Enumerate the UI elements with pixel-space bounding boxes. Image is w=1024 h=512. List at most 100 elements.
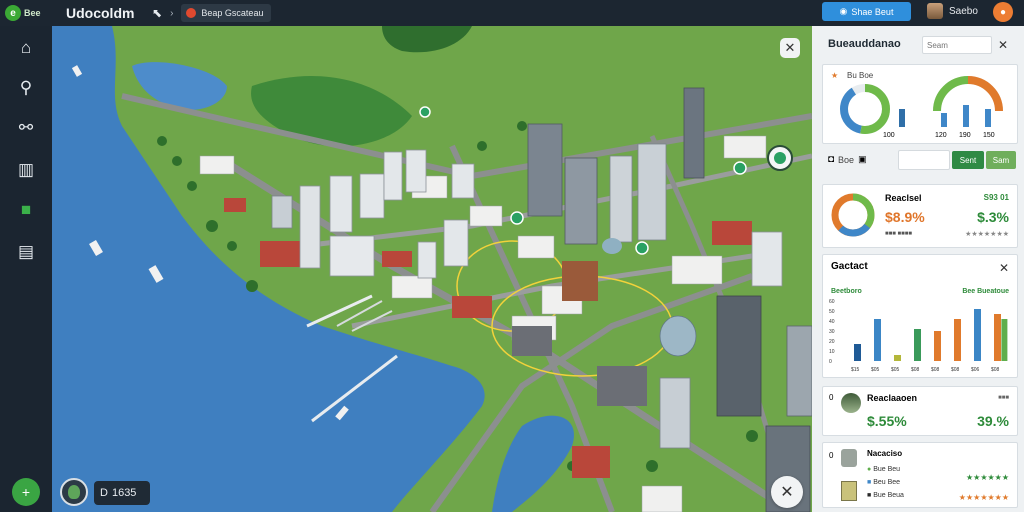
y-tick-label: 30	[829, 329, 835, 335]
notification-icon[interactable]: ●	[993, 2, 1013, 22]
report-pct-orange: $8.9%	[885, 209, 925, 225]
filter-secondary-button[interactable]: Sam	[986, 151, 1016, 169]
y-tick-label: 10	[829, 349, 835, 355]
right-panel: Bueauddanao ✕ ★ Bu Boe 100 120 190 150 ◘…	[812, 26, 1024, 512]
user-avatar	[927, 3, 943, 19]
person-meta: ■■■	[998, 395, 1009, 401]
panel-close-icon[interactable]: ✕	[998, 38, 1008, 52]
map-dismiss-button[interactable]: ✕	[771, 476, 803, 508]
app-title: Udocoldm	[66, 5, 135, 21]
report-stars: ★★★★★★★	[965, 231, 1009, 238]
detail-row: ■ Beu Bee	[867, 479, 901, 486]
panel-icon[interactable]: ▤	[14, 240, 38, 264]
stat-bar-label: 120	[935, 132, 947, 139]
y-tick-label: 40	[829, 319, 835, 325]
bar-chart: 60 50 40 30 20 10 0 $15 $05 $05 $08 $08 $08 $06 $08	[829, 299, 1008, 373]
location-tab-label: Beap Gscateau	[201, 8, 264, 18]
stat-bar-label: 150	[983, 132, 995, 139]
left-sidebar: ⌂ ⚲ ⚯ ▥ ■ ▤ +	[0, 26, 52, 512]
app-logo[interactable]: e Bee	[0, 0, 52, 26]
x-tick-label: $05	[891, 367, 900, 373]
bar-mark	[954, 319, 961, 361]
map-layers-icon[interactable]: ■	[14, 198, 38, 222]
x-tick-label: $06	[971, 367, 980, 373]
user-menu[interactable]: Saebo	[927, 3, 978, 19]
detail-stars-top: ★★★★★★	[965, 473, 1009, 482]
city-map[interactable]: ✕ ✕ D 1635	[52, 26, 812, 512]
person-pct-left: $.55%	[867, 413, 907, 429]
donut-chart	[840, 84, 890, 134]
counter-icon: D	[100, 487, 108, 499]
chart-card-close-icon[interactable]: ✕	[999, 261, 1009, 275]
route-icon[interactable]: ⚯	[14, 116, 38, 140]
back-arrow-icon[interactable]: ⬉	[152, 6, 162, 20]
chart-legend-right: Bee Bueatoue	[962, 288, 1009, 295]
location-marker-icon	[68, 485, 80, 499]
report-meta: ■■■ ■■■■	[885, 231, 913, 237]
bar-mark	[894, 355, 901, 361]
map-close-button[interactable]: ✕	[780, 38, 800, 58]
building-icon[interactable]: ▥	[14, 158, 38, 182]
x-tick-label: $05	[871, 367, 880, 373]
location-pin-icon	[186, 8, 197, 18]
bar-mark	[914, 329, 921, 361]
detail-index: 0	[829, 451, 834, 460]
share-button[interactable]: ◉ Shae Beut	[822, 2, 911, 21]
bar-mark	[994, 314, 1001, 361]
y-tick-label: 50	[829, 309, 835, 315]
bar-mark	[874, 319, 881, 361]
x-tick-label: $15	[851, 367, 860, 373]
filter-row: ◘ Boe ▣	[828, 154, 867, 165]
x-tick-label: $08	[911, 367, 920, 373]
map-location-avatar[interactable]	[60, 478, 88, 506]
y-tick-label: 60	[829, 299, 835, 305]
bar-mark	[854, 344, 861, 361]
location-tab[interactable]: Beap Gscateau	[181, 4, 272, 22]
detail-stars-bottom: ★★★★★★★	[958, 493, 1009, 502]
filter-label: Boe	[838, 154, 855, 165]
bar-mark	[934, 331, 941, 361]
y-tick-label: 0	[829, 359, 832, 365]
filter-send-button[interactable]: Sent	[952, 151, 984, 169]
x-tick-label: $08	[951, 367, 960, 373]
detail-rows: ● Bue Beu ■ Beu Bee ■ Bue Beua	[867, 463, 904, 502]
map-counter: D 1635	[94, 481, 150, 505]
user-name: Saebo	[949, 5, 978, 17]
x-tick-label: $08	[991, 367, 1000, 373]
city-map-graphic	[52, 26, 812, 512]
report-sub-right: S93 01	[983, 193, 1009, 202]
stat-bar-label: 100	[883, 132, 895, 139]
detail-row: ■ Bue Beua	[867, 492, 904, 499]
stat-bar-label: 190	[959, 132, 971, 139]
chart-card-title: Gactact	[831, 261, 868, 272]
home-icon[interactable]: ⌂	[14, 36, 38, 60]
panel-search-input[interactable]	[922, 36, 992, 54]
logo-icon: e	[5, 5, 21, 21]
filter-icon[interactable]: ◘	[828, 154, 834, 165]
person-avatar	[841, 393, 861, 413]
chart-legend-left: Beetboro	[831, 288, 862, 295]
person-name: Reaclaaoen	[867, 393, 918, 403]
x-tick-label: $08	[931, 367, 940, 373]
person-pct-right: 39.%	[977, 413, 1009, 429]
forward-chevron-icon[interactable]: ›	[170, 8, 173, 19]
bar-mark	[1001, 319, 1008, 361]
y-tick-label: 20	[829, 339, 835, 345]
share-button-label: Shae Beut	[851, 6, 894, 17]
bar-mark	[974, 309, 981, 361]
detail-card: 0 Nacaciso ● Bue Beu ■ Beu Bee ■ Bue Beu…	[822, 442, 1018, 508]
filter-toggle-icon[interactable]: ▣	[858, 154, 867, 165]
stat-bar	[899, 109, 905, 127]
stats-card-label: Bu Boe	[847, 71, 874, 80]
report-title: Reaclsel	[885, 193, 922, 203]
share-icon: ◉	[839, 6, 848, 16]
person-card: 0 Reaclaaoen $.55% 39.% ■■■	[822, 386, 1018, 436]
logo-text: Bee	[24, 8, 41, 18]
person-index: 0	[829, 393, 834, 402]
add-location-icon[interactable]: +	[12, 478, 40, 506]
stat-bar	[985, 109, 991, 127]
filter-input[interactable]	[898, 150, 950, 170]
pin-icon[interactable]: ⚲	[14, 76, 38, 100]
detail-thumbnail	[841, 481, 857, 501]
detail-avatar	[841, 449, 857, 467]
